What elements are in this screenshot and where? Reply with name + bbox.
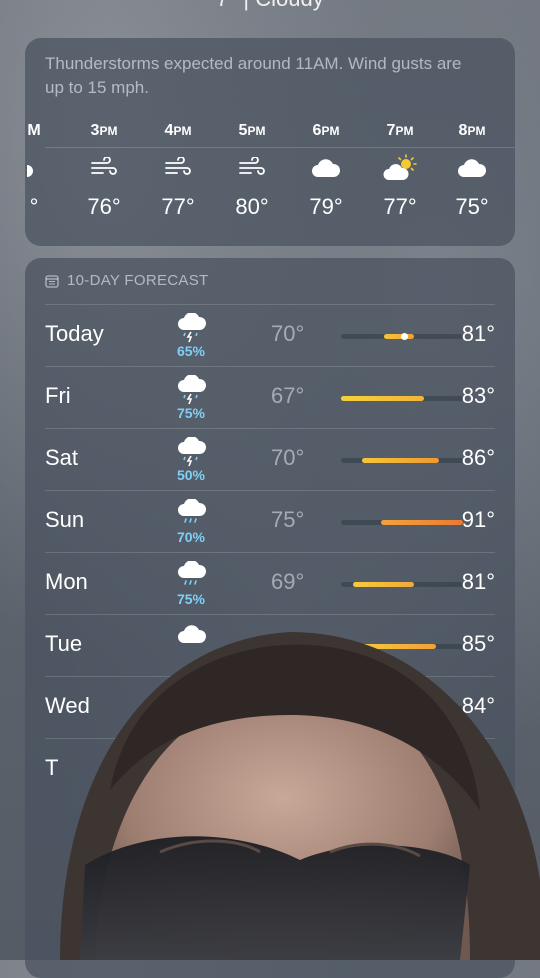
forecast-row-mon[interactable]: Mon 75% 69° 81° <box>45 552 495 615</box>
wind-icon <box>141 148 215 188</box>
forecast-row-sun[interactable]: Sun 70% 75° 91° <box>45 490 495 553</box>
high-temp: 86° <box>461 445 495 470</box>
hourly-item: 3PM 76° <box>67 122 141 220</box>
day-label: Fri <box>45 383 71 408</box>
ten-day-forecast-card[interactable]: 10-DAY FORECAST Today 65% 70° 81° Fri 75% 67° 8… <box>25 258 515 978</box>
low-temp: 67° <box>271 383 305 408</box>
hourly-item: 4PM 77° <box>141 122 215 220</box>
low-temp: 69° <box>271 569 305 594</box>
hour-temp: 76° <box>87 194 121 219</box>
hour-temp: 75° <box>455 194 489 219</box>
temp-range-fill <box>387 706 415 711</box>
rain-icon <box>176 560 208 591</box>
high-temp: 83° <box>461 383 495 408</box>
day-label: Today <box>45 321 104 346</box>
calendar-icon <box>45 274 59 288</box>
hour-label: 3PM <box>90 122 118 139</box>
precip-chance: 70% <box>176 529 206 545</box>
day-label: T <box>45 755 59 780</box>
precip-chance: 75% <box>176 591 206 607</box>
low-temp: 75° <box>271 507 305 532</box>
low-temp: 70° <box>271 321 305 346</box>
thunderstorm-icon <box>176 436 208 467</box>
hour-temp: 79° <box>309 194 343 219</box>
high-temp: 91° <box>461 507 495 532</box>
temp-range-fill <box>353 582 415 587</box>
high-temp: 85° <box>461 631 495 656</box>
location-conditions-title: 7° | Cloudy <box>0 0 540 12</box>
temp-range-bar <box>341 768 463 773</box>
day-label: Mon <box>45 569 88 594</box>
temp-range-bar <box>341 520 463 525</box>
temp-range-fill <box>341 396 424 401</box>
hourly-item: 5PM 80° <box>215 122 289 220</box>
day-label: Wed <box>45 693 90 718</box>
temp-range-bar <box>341 458 463 463</box>
hour-label: 8PM <box>458 122 486 139</box>
day-label: Sun <box>45 507 85 532</box>
cloud-partial-icon <box>0 148 71 188</box>
hour-label: 5PM <box>238 122 266 139</box>
temp-range-bar <box>341 706 463 711</box>
cloud-icon <box>435 148 509 188</box>
temp-range-bar <box>341 582 463 587</box>
precip-chance: 50% <box>176 467 206 483</box>
hour-temp: 77° <box>383 194 417 219</box>
hour-temp: ° <box>29 194 39 219</box>
precip-chance: 75% <box>176 405 206 421</box>
forecast-summary: Thunderstorms expected around 11AM. Wind… <box>45 54 462 97</box>
temp-range-fill <box>383 334 415 339</box>
day-label: Tue <box>45 631 83 656</box>
cloud-icon <box>176 623 208 653</box>
hour-label: 6PM <box>312 122 340 139</box>
temp-range-fill <box>361 458 439 463</box>
hour-label: 7PM <box>386 122 414 139</box>
temp-range-bar <box>341 333 463 340</box>
thunderstorm-icon <box>176 312 208 343</box>
temp-range-fill <box>381 520 463 525</box>
forecast-row-fri[interactable]: Fri 75% 67° 83° <box>45 366 495 429</box>
thunderstorm-icon <box>176 374 208 405</box>
high-temp: 80° <box>461 755 495 780</box>
temp-range-fill <box>353 644 437 649</box>
cloud-icon <box>289 148 363 188</box>
wind-icon <box>215 148 289 188</box>
temp-range-bar <box>341 644 463 649</box>
temp-range-bar <box>341 396 463 401</box>
hour-label: M <box>27 122 41 139</box>
hour-temp: 77° <box>161 194 195 219</box>
hourly-forecast-card[interactable]: Thunderstorms expected around 11AM. Wind… <box>25 38 515 246</box>
forecast-row-today[interactable]: Today 65% 70° 81° <box>45 304 495 367</box>
hour-temp: 80° <box>235 194 269 219</box>
ten-day-header: 10-DAY FORECAST <box>45 272 208 289</box>
temp-range-fill <box>377 768 402 773</box>
hourly-item: 6PM 79° <box>289 122 363 220</box>
low-temp: 70° <box>271 445 305 470</box>
forecast-row-sat[interactable]: Sat 50% 70° 86° <box>45 428 495 491</box>
ten-day-title: 10-DAY FORECAST <box>67 272 209 289</box>
high-temp: 81° <box>461 321 495 346</box>
rain-icon <box>176 498 208 529</box>
hourly-item: 8PM 75° <box>435 122 509 220</box>
forecast-row-wed[interactable]: Wed 84° <box>45 676 495 739</box>
forecast-row-t[interactable]: T 80° <box>45 738 495 801</box>
forecast-row-tue[interactable]: Tue 85° <box>45 614 495 677</box>
hourly-item: 7PM 77° <box>363 122 437 220</box>
high-temp: 81° <box>461 569 495 594</box>
high-temp: 84° <box>461 693 495 718</box>
wind-icon <box>67 148 141 188</box>
day-label: Sat <box>45 445 79 470</box>
hour-label: 4PM <box>164 122 192 139</box>
precip-chance: 65% <box>176 343 206 359</box>
cloud-sun-icon <box>363 148 437 188</box>
hourly-item: M ° <box>0 122 71 220</box>
